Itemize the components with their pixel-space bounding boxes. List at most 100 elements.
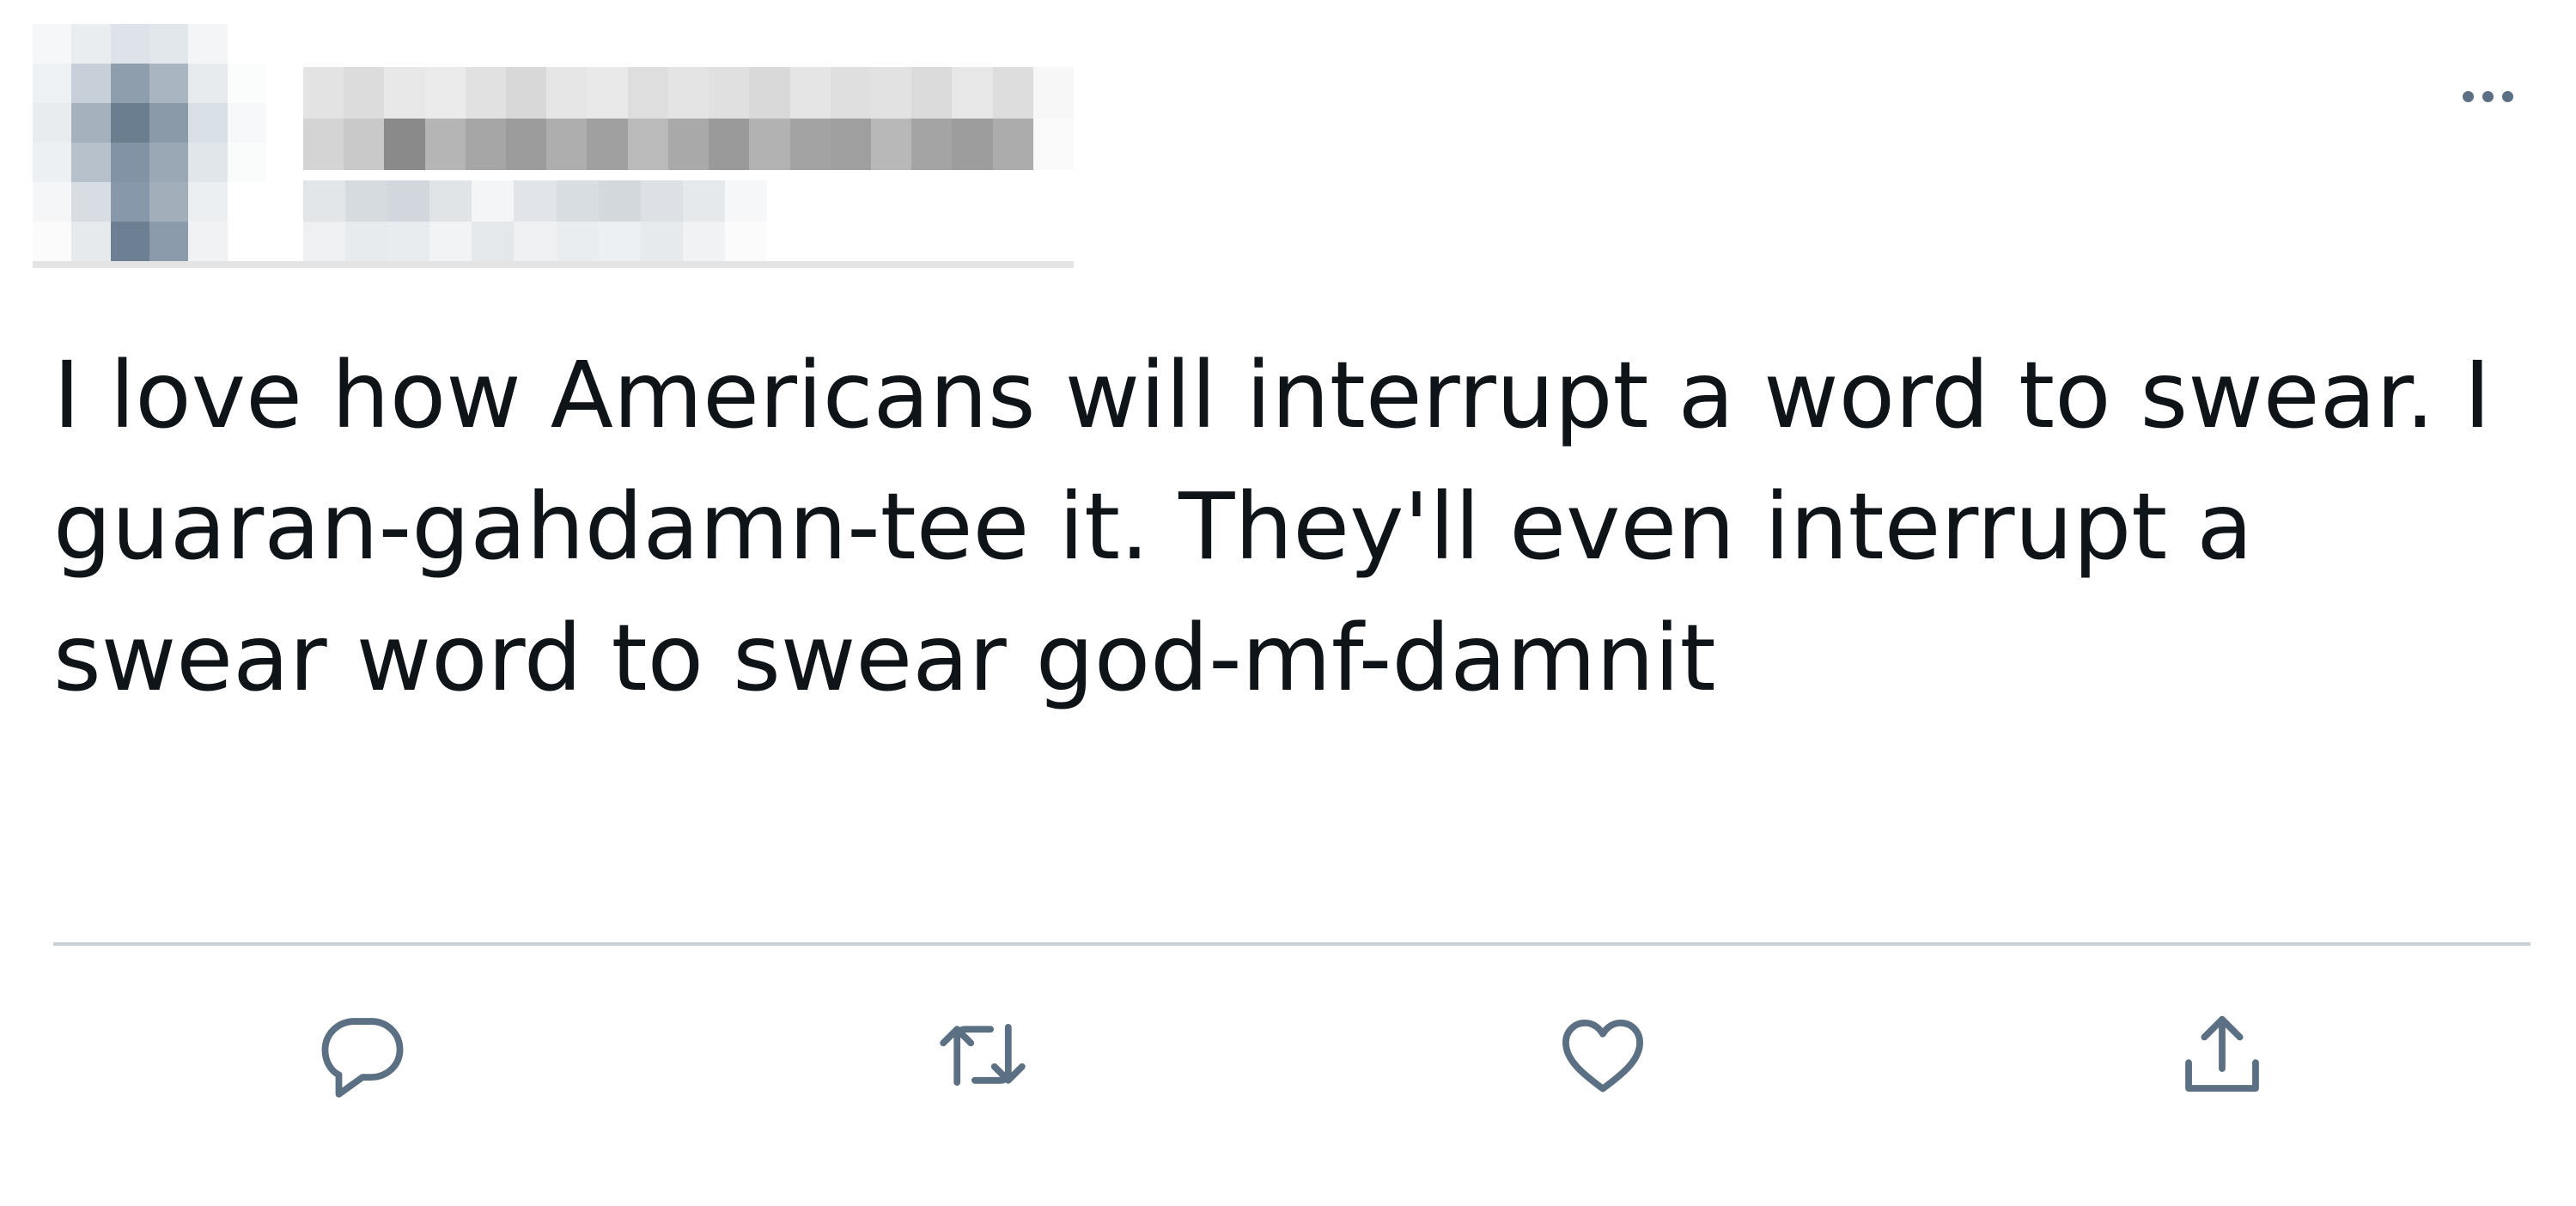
redaction-pixel xyxy=(789,119,831,170)
redaction-pixel xyxy=(227,182,266,222)
redaction-pixel xyxy=(33,64,72,103)
redaction-pixel xyxy=(110,24,149,64)
redaction-pixel xyxy=(1032,67,1074,119)
share-button[interactable] xyxy=(2171,1003,2274,1106)
reply-icon xyxy=(321,1018,404,1098)
redaction-pixel xyxy=(188,64,228,103)
redaction-pixel xyxy=(303,222,346,263)
tweet-card: I love how Americans will interrupt a wo… xyxy=(0,0,2576,1206)
redaction-pixel xyxy=(33,143,72,182)
redaction-pixel xyxy=(709,67,750,119)
redaction-pixel xyxy=(640,222,683,263)
redaction-pixel xyxy=(303,67,344,119)
action-divider xyxy=(53,942,2530,946)
heart-icon xyxy=(1562,1019,1643,1093)
author-underline xyxy=(33,261,1074,268)
redaction-pixel xyxy=(556,180,599,222)
redaction-pixel xyxy=(71,182,111,222)
redaction-pixel xyxy=(952,119,993,170)
author-info-redacted[interactable] xyxy=(33,24,1074,268)
redaction-pixel xyxy=(667,67,709,119)
redaction-pixel xyxy=(110,143,149,182)
redaction-pixel xyxy=(149,24,189,64)
redaction-pixel xyxy=(227,64,266,103)
redaction-pixel xyxy=(33,103,72,143)
redaction-pixel xyxy=(830,67,871,119)
redaction-pixel xyxy=(424,67,466,119)
redaction-pixel xyxy=(749,67,790,119)
redaction-pixel xyxy=(71,64,111,103)
redaction-pixel xyxy=(424,119,466,170)
redaction-pixel xyxy=(870,67,912,119)
redaction-pixel xyxy=(110,103,149,143)
redaction-pixel xyxy=(227,222,266,261)
redaction-pixel xyxy=(149,222,189,261)
redaction-pixel xyxy=(188,143,228,182)
redaction-pixel xyxy=(384,67,425,119)
redaction-pixel xyxy=(724,222,767,263)
redaction-pixel xyxy=(1032,119,1074,170)
more-options-button[interactable] xyxy=(2445,74,2530,119)
redaction-pixel xyxy=(387,222,430,263)
redaction-pixel xyxy=(952,67,993,119)
redaction-pixel xyxy=(514,180,557,222)
redaction-pixel xyxy=(587,67,628,119)
redaction-pixel xyxy=(465,67,507,119)
redaction-pixel xyxy=(682,222,725,263)
author-handle-redacted[interactable] xyxy=(303,180,767,263)
redaction-pixel xyxy=(71,143,111,182)
redaction-pixel xyxy=(514,222,557,263)
redaction-pixel xyxy=(71,103,111,143)
redaction-pixel xyxy=(188,103,228,143)
redaction-pixel xyxy=(110,64,149,103)
redaction-pixel xyxy=(110,222,149,261)
redaction-pixel xyxy=(387,180,430,222)
redaction-pixel xyxy=(992,119,1033,170)
redaction-pixel xyxy=(149,103,189,143)
redaction-pixel xyxy=(149,143,189,182)
redaction-pixel xyxy=(870,119,912,170)
redaction-pixel xyxy=(344,67,385,119)
more-options-dot xyxy=(2501,90,2513,102)
author-display-name-redacted[interactable] xyxy=(303,67,1074,170)
redaction-pixel xyxy=(598,180,641,222)
share-icon xyxy=(2185,1015,2259,1092)
redaction-pixel xyxy=(556,222,599,263)
redaction-pixel xyxy=(110,182,149,222)
redaction-pixel xyxy=(345,222,388,263)
redaction-pixel xyxy=(506,67,547,119)
redaction-pixel xyxy=(749,119,790,170)
redaction-pixel xyxy=(188,222,228,261)
redaction-pixel xyxy=(149,182,189,222)
redaction-pixel xyxy=(71,24,111,64)
reply-button[interactable] xyxy=(311,1003,414,1106)
redaction-pixel xyxy=(303,119,344,170)
redaction-pixel xyxy=(188,24,228,64)
redaction-pixel xyxy=(188,182,228,222)
retweet-button[interactable] xyxy=(931,1003,1034,1106)
redaction-pixel xyxy=(992,67,1033,119)
redaction-pixel xyxy=(472,222,515,263)
redaction-pixel xyxy=(627,67,668,119)
retweet-icon xyxy=(940,1024,1026,1086)
redaction-pixel xyxy=(546,119,588,170)
tweet-text: I love how Americans will interrupt a wo… xyxy=(53,343,2520,712)
redaction-pixel xyxy=(667,119,709,170)
redaction-pixel xyxy=(71,222,111,261)
avatar[interactable] xyxy=(33,24,266,261)
redaction-pixel xyxy=(227,143,266,182)
redaction-pixel xyxy=(627,119,668,170)
redaction-pixel xyxy=(384,119,425,170)
redaction-pixel xyxy=(789,67,831,119)
redaction-pixel xyxy=(546,67,588,119)
redaction-pixel xyxy=(429,180,472,222)
more-options-icon xyxy=(2462,90,2474,102)
redaction-pixel xyxy=(429,222,472,263)
redaction-pixel xyxy=(506,119,547,170)
redaction-pixel xyxy=(830,119,871,170)
redaction-pixel xyxy=(472,180,515,222)
redaction-pixel xyxy=(33,222,72,261)
redaction-pixel xyxy=(709,119,750,170)
like-button[interactable] xyxy=(1551,1003,1654,1106)
redaction-pixel xyxy=(149,64,189,103)
